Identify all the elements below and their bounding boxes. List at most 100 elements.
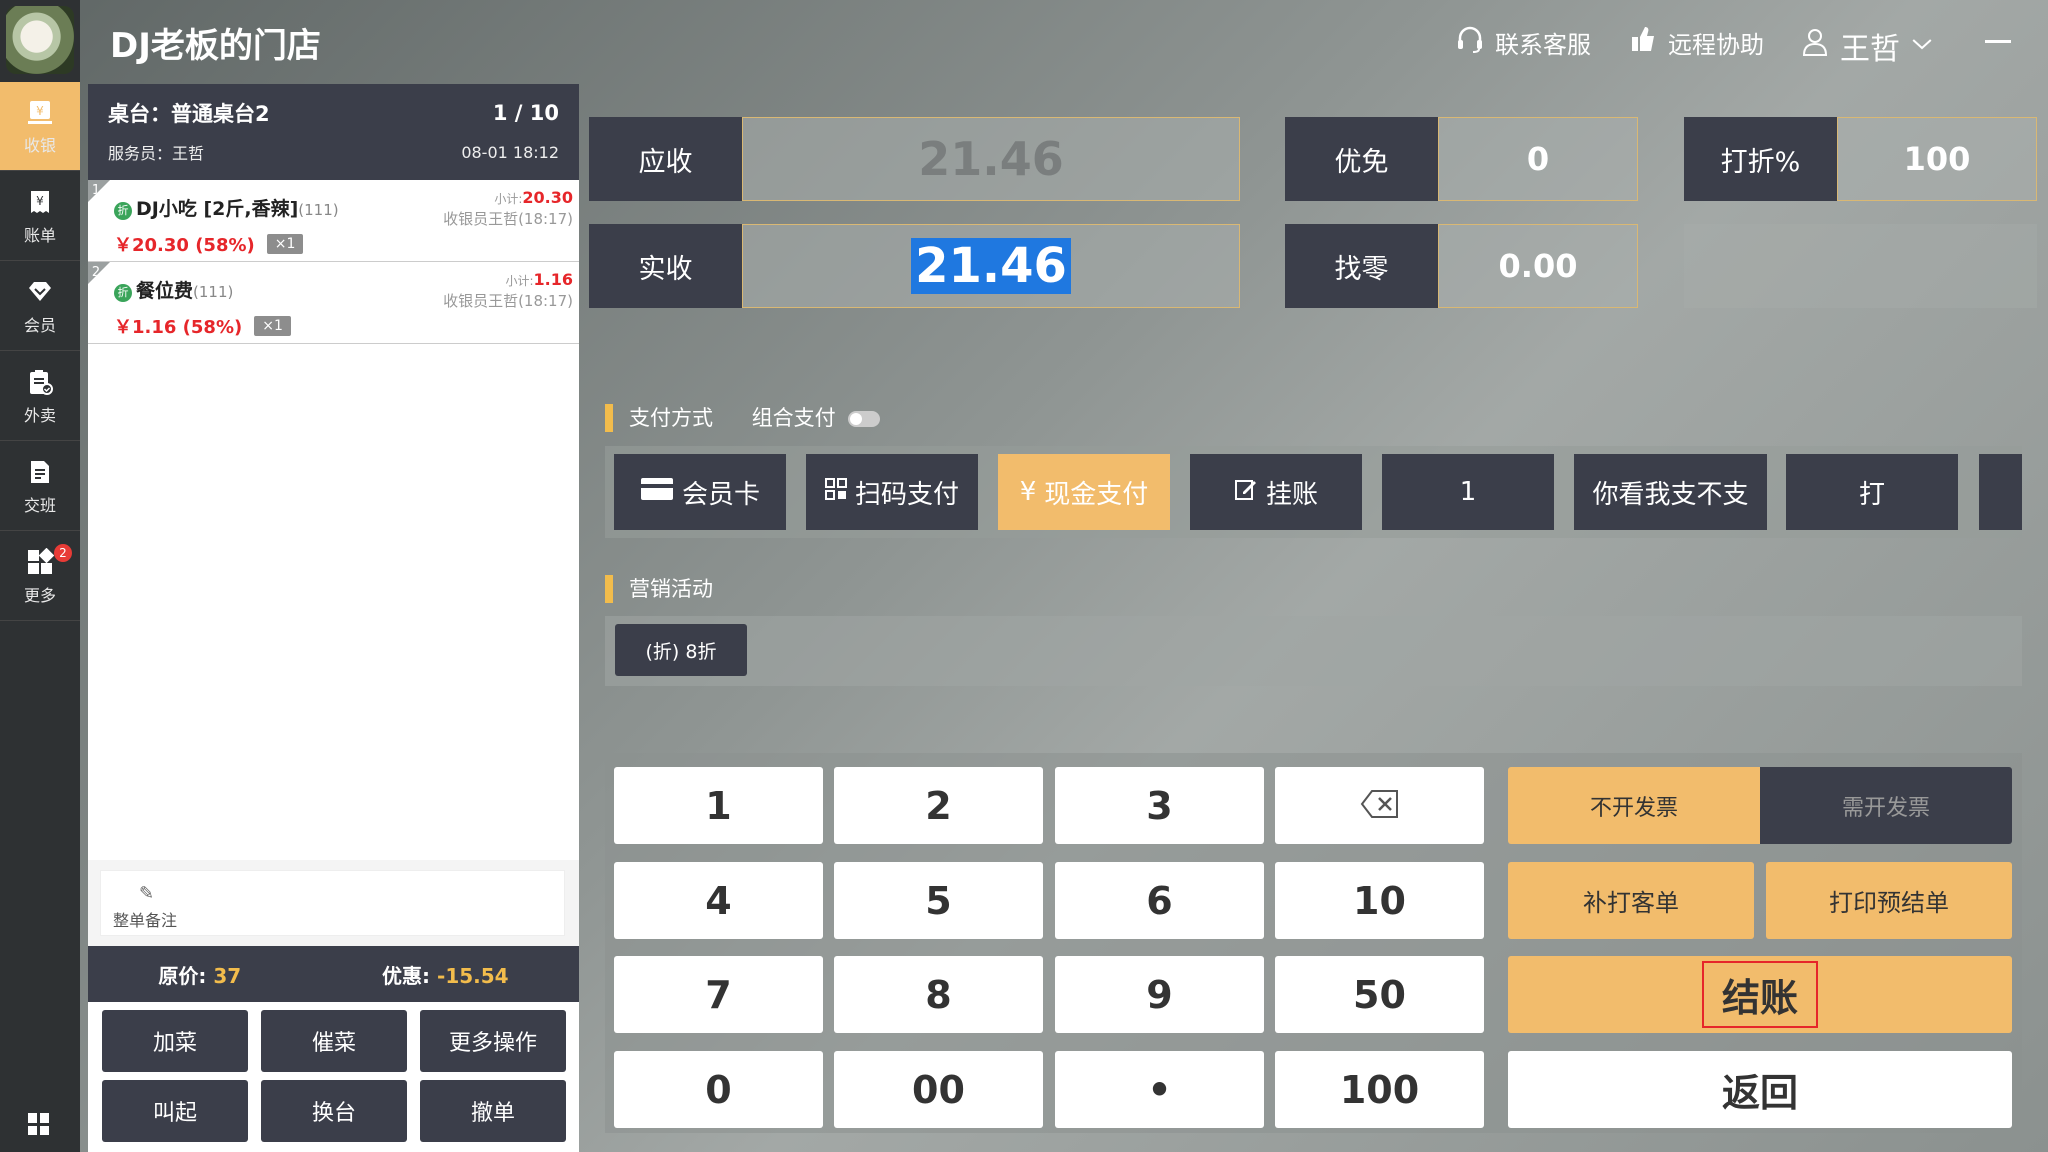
promotion-title: 营销活动 xyxy=(605,575,713,603)
key-00[interactable]: 00 xyxy=(834,1051,1043,1128)
promotion-discount-button[interactable]: (折) 8折 xyxy=(615,624,747,676)
key-50[interactable]: 50 xyxy=(1275,956,1484,1033)
table-name: 桌台：普通桌台2 xyxy=(108,102,270,126)
discount-tag: 折 xyxy=(114,201,132,220)
takeout-icon xyxy=(26,368,54,396)
receivable-label: 应收 xyxy=(589,117,742,201)
pay-option-custom-button[interactable]: 你看我支不支 xyxy=(1574,454,1767,530)
page-indicator[interactable]: 1 / 10 xyxy=(493,101,559,125)
keypad: 1 2 3 4 5 6 10 7 8 9 50 0 00 • 100 不开发票 … xyxy=(605,753,2022,1133)
pay-option-da-button[interactable]: 打 xyxy=(1786,454,1958,530)
empty-field xyxy=(1684,224,2037,308)
reprint-receipt-button[interactable]: 补打客单 xyxy=(1508,862,1754,939)
key-0[interactable]: 0 xyxy=(614,1051,823,1128)
key-100[interactable]: 100 xyxy=(1275,1051,1484,1128)
edit-icon: ✎ xyxy=(139,883,155,904)
bill-icon: ¥ xyxy=(26,188,54,216)
user-menu[interactable]: 王哲 xyxy=(1800,24,1934,68)
yen-icon: ¥ xyxy=(1019,477,1037,507)
order-note-button[interactable]: ✎ 整单备注 xyxy=(100,870,565,936)
key-4[interactable]: 4 xyxy=(614,862,823,939)
key-6[interactable]: 6 xyxy=(1055,862,1264,939)
key-1[interactable]: 1 xyxy=(614,767,823,844)
need-invoice-button[interactable]: 需开发票 xyxy=(1760,767,2012,844)
key-9[interactable]: 9 xyxy=(1055,956,1264,1033)
item-qty: ×1 xyxy=(254,316,291,336)
headset-icon xyxy=(1455,24,1485,60)
item-price: ￥20.30 (58%) xyxy=(114,235,255,256)
apps-grid-icon[interactable] xyxy=(28,1113,50,1135)
minimize-button[interactable] xyxy=(1985,40,2011,43)
actual-label: 实收 xyxy=(589,224,742,308)
more-icon xyxy=(26,547,55,576)
remote-assist-link[interactable]: 远程协助 xyxy=(1628,24,1764,60)
sidebar-item-cashier[interactable]: ¥ 收银 xyxy=(0,82,80,171)
key-7[interactable]: 7 xyxy=(614,956,823,1033)
cancel-order-button[interactable]: 撤单 xyxy=(420,1080,566,1142)
svg-text:¥: ¥ xyxy=(36,104,44,118)
pay-credit-button[interactable]: 挂账 xyxy=(1190,454,1362,530)
order-actions: 加菜 催菜 更多操作 叫起 换台 撤单 xyxy=(88,1002,579,1152)
sidebar-item-shift[interactable]: 交班 xyxy=(0,442,80,531)
change-label: 找零 xyxy=(1285,224,1438,308)
combo-pay-toggle[interactable] xyxy=(848,411,881,427)
free-label: 优免 xyxy=(1285,117,1438,201)
discount-pct-input[interactable]: 100 xyxy=(1837,117,2037,201)
free-amount-input[interactable]: 0 xyxy=(1438,117,1638,201)
pay-method-title: 支付方式 组合支付 xyxy=(605,404,881,432)
add-dish-button[interactable]: 加菜 xyxy=(102,1010,248,1072)
pay-qr-button[interactable]: 扫码支付 xyxy=(806,454,978,530)
shift-icon xyxy=(26,458,54,486)
store-logo[interactable] xyxy=(6,6,74,74)
order-item[interactable]: 2 折餐位费(111) ￥1.16 (58%) ×1 小计:1.16 收银员王哲(1… xyxy=(88,262,579,344)
pay-cash-button[interactable]: ¥ 现金支付 xyxy=(998,454,1170,530)
change-table-button[interactable]: 换台 xyxy=(261,1080,407,1142)
svg-text:¥: ¥ xyxy=(36,194,44,208)
back-button[interactable]: 返回 xyxy=(1508,1051,2012,1128)
order-item[interactable]: 1 折 DJ小吃 [2斤,香辣](111) ￥20.30 (58%) ×1 小计:2… xyxy=(88,180,579,262)
pay-option-1-button[interactable]: 1 xyxy=(1382,454,1554,530)
key-3[interactable]: 3 xyxy=(1055,767,1264,844)
store-name: DJ老板的门店 xyxy=(110,26,321,66)
item-qty: ×1 xyxy=(266,234,304,254)
more-actions-button[interactable]: 更多操作 xyxy=(420,1010,566,1072)
checkout-button[interactable]: 结账 xyxy=(1508,956,2012,1033)
key-2[interactable]: 2 xyxy=(834,767,1043,844)
call-up-button[interactable]: 叫起 xyxy=(102,1080,248,1142)
cashier-icon: ¥ xyxy=(26,98,54,126)
no-invoice-button[interactable]: 不开发票 xyxy=(1508,767,1760,844)
sidebar: ¥ 收银 ¥ 账单 会员 外卖 交班 更多 2 xyxy=(0,0,80,1152)
chevron-down-icon xyxy=(1910,29,1934,64)
support-link[interactable]: 联系客服 xyxy=(1455,24,1591,60)
pay-option-overflow[interactable] xyxy=(1979,454,2022,530)
user-icon xyxy=(1800,27,1830,65)
item-name: 餐位费 xyxy=(136,280,194,302)
receivable-field: 21.46 xyxy=(742,117,1240,201)
price-summary: 原价: 37 优惠: -15.54 xyxy=(88,946,579,1002)
print-prebill-button[interactable]: 打印预结单 xyxy=(1766,862,2012,939)
key-8[interactable]: 8 xyxy=(834,956,1043,1033)
qr-icon xyxy=(824,477,847,507)
notification-badge: 2 xyxy=(54,544,72,562)
order-header: 桌台：普通桌台2 1 / 10 服务员：王哲 08-01 18:12 xyxy=(88,84,579,180)
sidebar-item-bill[interactable]: ¥ 账单 xyxy=(0,172,80,261)
original-price: 37 xyxy=(213,963,242,988)
sidebar-item-member[interactable]: 会员 xyxy=(0,262,80,351)
promotion-bar: (折) 8折 xyxy=(605,616,2022,686)
backspace-key[interactable] xyxy=(1275,767,1484,844)
key-5[interactable]: 5 xyxy=(834,862,1043,939)
pay-member-card-button[interactable]: 会员卡 xyxy=(614,454,786,530)
item-number: 1 xyxy=(88,180,110,202)
item-number: 2 xyxy=(88,262,110,284)
item-price: ￥1.16 (58%) xyxy=(114,317,243,338)
rush-dish-button[interactable]: 催菜 xyxy=(261,1010,407,1072)
sidebar-item-more[interactable]: 更多 2 xyxy=(0,532,80,621)
actual-amount-input[interactable]: 21.46 xyxy=(742,224,1240,308)
key-dot[interactable]: • xyxy=(1055,1051,1264,1128)
item-cashier: 收银员王哲(18:17) xyxy=(443,292,573,310)
change-amount: 0.00 xyxy=(1438,224,1638,308)
sidebar-item-takeout[interactable]: 外卖 xyxy=(0,352,80,441)
key-10[interactable]: 10 xyxy=(1275,862,1484,939)
item-name: DJ小吃 [2斤,香辣] xyxy=(136,198,299,220)
edit-icon xyxy=(1234,477,1258,508)
